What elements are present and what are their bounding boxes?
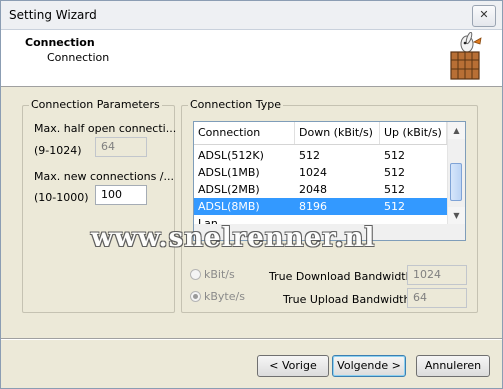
new-connections-range: (10-1000) <box>34 191 89 204</box>
list-row-adsl-8mb[interactable]: ADSL(8MB) 8196 512 <box>194 198 447 215</box>
cell-connection: ADSL(8MB) <box>198 200 260 213</box>
title-bar: Setting Wizard ✕ <box>1 1 502 30</box>
scroll-thumb[interactable] <box>450 163 462 201</box>
page-subtitle: Connection <box>47 51 110 64</box>
column-connection[interactable]: Connection <box>194 122 295 144</box>
list-row-adsl-2mb[interactable]: ADSL(2MB) 2048 512 <box>194 181 447 198</box>
connection-parameters-label: Connection Parameters <box>29 98 162 111</box>
cell-up: 512 <box>384 166 405 179</box>
upload-bandwidth-input[interactable]: 64 <box>407 288 467 308</box>
column-down[interactable]: Down (kBit/s) <box>295 122 380 144</box>
close-button[interactable]: ✕ <box>472 5 496 27</box>
kbyte-radio[interactable] <box>190 291 201 302</box>
page-title: Connection <box>25 36 95 49</box>
next-button[interactable]: Volgende > <box>332 355 406 377</box>
upload-bandwidth-label: True Upload Bandwidth <box>283 293 411 306</box>
cell-down: 2048 <box>299 183 327 196</box>
cell-connection: ADSL(512K) <box>198 149 264 162</box>
kbit-label: kBit/s <box>204 268 235 281</box>
cell-up: 512 <box>384 200 405 213</box>
column-up[interactable]: Up (kBit/s) <box>380 122 447 144</box>
half-open-label: Max. half open connecti... <box>34 122 177 135</box>
vertical-scrollbar[interactable]: ▲ ▼ <box>447 122 465 224</box>
back-button[interactable]: < Vorige <box>257 355 329 377</box>
close-icon: ✕ <box>479 8 489 21</box>
kbit-radio[interactable] <box>190 269 201 280</box>
connection-type-label: Connection Type <box>188 98 284 111</box>
scroll-down-icon[interactable]: ▼ <box>448 207 465 224</box>
cell-down: 8196 <box>299 200 327 213</box>
cell-down: 1024 <box>299 166 327 179</box>
kbyte-label: kByte/s <box>204 290 245 303</box>
watermark: www.snelrenner.nl <box>91 223 376 253</box>
half-open-input[interactable]: 64 <box>95 137 147 157</box>
wizard-header: Connection Connection <box>1 30 502 87</box>
cell-up: 512 <box>384 149 405 162</box>
new-connections-input[interactable]: 100 <box>95 185 147 205</box>
list-row-adsl-512k[interactable]: ADSL(512K) 512 512 <box>194 147 447 164</box>
list-row-adsl-1mb[interactable]: ADSL(1MB) 1024 512 <box>194 164 447 181</box>
window-title: Setting Wizard <box>9 8 97 22</box>
download-bandwidth-label: True Download Bandwidth <box>269 270 413 283</box>
cell-connection: ADSL(1MB) <box>198 166 260 179</box>
list-header: Connection Down (kBit/s) Up (kBit/s) <box>194 122 447 145</box>
new-connections-label: Max. new connections /... <box>34 170 174 183</box>
cell-connection: ADSL(2MB) <box>198 183 260 196</box>
scroll-up-icon[interactable]: ▲ <box>448 122 465 139</box>
cell-down: 512 <box>299 149 320 162</box>
download-bandwidth-input[interactable]: 1024 <box>407 265 467 285</box>
footer-separator <box>1 338 502 340</box>
box-rabbit-icon <box>450 32 482 80</box>
setting-wizard-window: Setting Wizard ✕ Connection Connection C… <box>0 0 503 389</box>
cell-up: 512 <box>384 183 405 196</box>
half-open-range: (9-1024) <box>34 144 82 157</box>
cancel-button[interactable]: Annuleren <box>416 355 490 377</box>
